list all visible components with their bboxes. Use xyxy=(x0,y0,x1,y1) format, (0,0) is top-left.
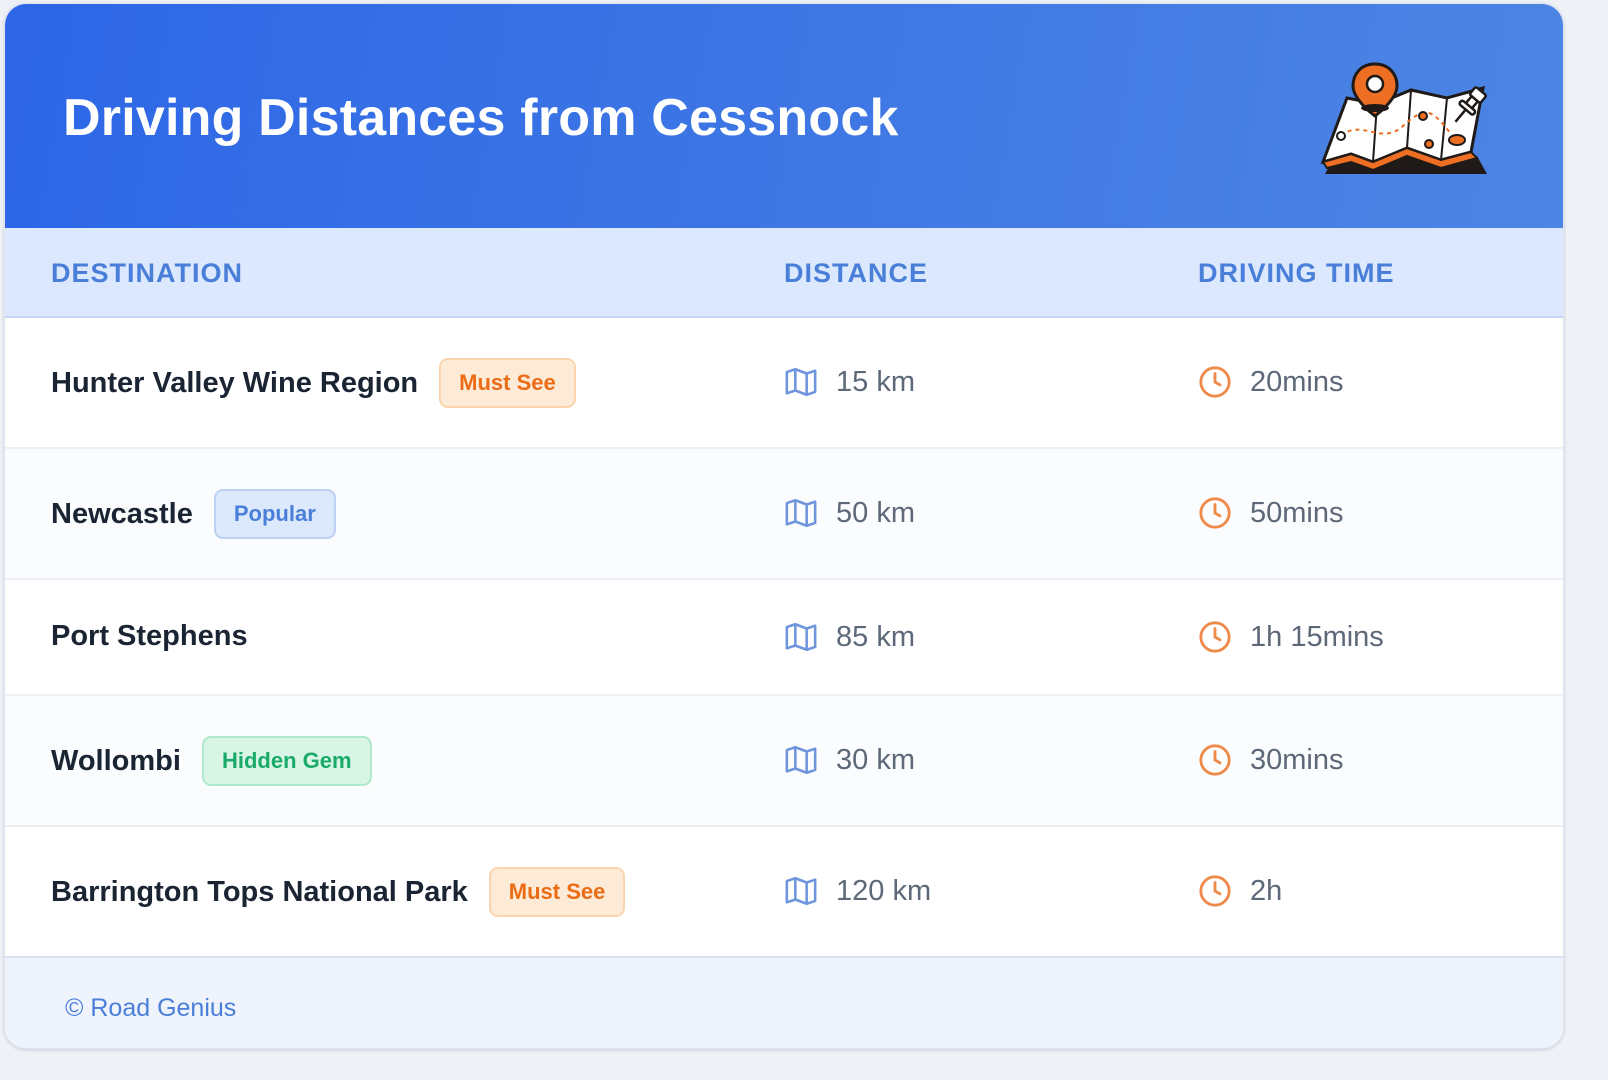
table-row: Port Stephens 85 km 1h 15mins xyxy=(5,580,1563,696)
time-cell: 2h xyxy=(1198,874,1282,908)
destination-name: Port Stephens xyxy=(51,620,248,652)
clock-icon xyxy=(1199,875,1231,907)
distance-cell: 50 km xyxy=(784,496,915,530)
must-see-badge: Must See xyxy=(488,867,626,917)
time-value: 1h 15mins xyxy=(1250,620,1384,653)
destination-name: Hunter Valley Wine Region xyxy=(51,366,419,399)
page-title: Driving Distances from Cessnock xyxy=(63,89,899,147)
map-icon xyxy=(785,876,817,906)
map-icon xyxy=(785,745,817,775)
time-cell: 50mins xyxy=(1198,496,1344,530)
distance-value: 15 km xyxy=(836,365,915,398)
destination-name: Newcastle xyxy=(51,497,193,530)
clock-icon xyxy=(1199,366,1231,398)
clock-icon xyxy=(1199,621,1231,653)
table-row: Newcastle Popular 50 km 50mins xyxy=(5,449,1563,580)
destination-cell: Hunter Valley Wine Region Must See xyxy=(51,358,576,408)
distance-value: 85 km xyxy=(836,620,915,653)
map-icon xyxy=(785,367,817,397)
time-value: 20mins xyxy=(1250,365,1344,398)
destination-cell: Port Stephens xyxy=(51,620,248,653)
time-value: 50mins xyxy=(1250,496,1344,529)
hidden-gem-badge: Hidden Gem xyxy=(201,736,372,786)
clock-icon xyxy=(1199,497,1231,529)
distance-value: 120 km xyxy=(836,874,932,907)
column-header-distance: DISTANCE xyxy=(784,258,929,288)
distance-card: Driving Distances from Cessnock DESTINAT… xyxy=(4,3,1564,1049)
clock-icon xyxy=(1199,744,1231,776)
table-row: Barrington Tops National Park Must See 1… xyxy=(5,827,1563,956)
destination-cell: Newcastle Popular xyxy=(51,489,336,539)
distance-cell: 120 km xyxy=(784,874,931,908)
distance-cell: 30 km xyxy=(784,743,915,777)
distance-value: 50 km xyxy=(836,496,915,529)
time-cell: 20mins xyxy=(1198,365,1344,399)
distance-cell: 85 km xyxy=(784,620,915,654)
time-cell: 1h 15mins xyxy=(1198,620,1384,654)
card-footer: © Road Genius xyxy=(5,956,1563,1048)
destination-cell: Barrington Tops National Park Must See xyxy=(51,867,626,917)
distance-value: 30 km xyxy=(836,743,915,776)
table-row: Wollombi Hidden Gem 30 km 30mins xyxy=(5,696,1563,827)
card-header: Driving Distances from Cessnock xyxy=(5,4,1563,228)
table-row: Hunter Valley Wine Region Must See 15 km… xyxy=(5,318,1563,449)
map-icon xyxy=(785,498,817,528)
popular-badge: Popular xyxy=(213,489,336,539)
destination-name: Wollombi xyxy=(51,744,181,777)
copyright-text: © Road Genius xyxy=(65,994,237,1022)
time-cell: 30mins xyxy=(1198,743,1344,777)
must-see-badge: Must See xyxy=(439,358,576,408)
map-pin-illustration-icon xyxy=(1320,62,1487,174)
distance-cell: 15 km xyxy=(784,365,915,399)
destination-cell: Wollombi Hidden Gem xyxy=(51,736,372,786)
destination-name: Barrington Tops National Park xyxy=(51,875,468,908)
time-value: 2h xyxy=(1250,874,1283,907)
column-header-driving-time: DRIVING TIME xyxy=(1198,258,1395,288)
map-icon xyxy=(785,622,817,652)
time-value: 30mins xyxy=(1250,743,1344,776)
table-header: DESTINATION DISTANCE DRIVING TIME xyxy=(5,228,1563,318)
column-header-destination: DESTINATION xyxy=(51,258,243,288)
